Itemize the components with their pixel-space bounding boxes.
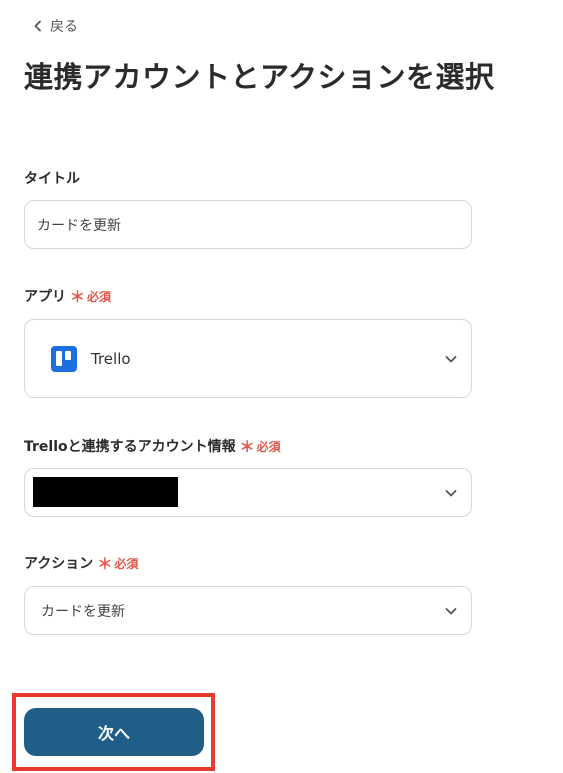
trello-icon [51,345,77,372]
action-label-text: アクション [24,556,94,572]
app-select-value: Trello [91,349,131,368]
title-field-label: タイトル [24,169,80,189]
required-text: 必須 [114,557,139,571]
required-asterisk-icon: ＊ [97,554,113,573]
action-field-label: アクション ＊ 必須 [24,554,138,574]
chevron-down-icon [445,607,457,614]
back-label: 戻る [50,19,78,35]
app-label-text: アプリ [24,289,66,305]
title-input[interactable]: カードを更新 [24,200,472,249]
required-badge: ＊ 必須 [97,554,138,574]
account-field-label: Trelloと連携するアカウント情報 ＊ 必須 [24,437,281,457]
required-asterisk-icon: ＊ [70,287,86,306]
required-text: 必須 [256,440,281,454]
title-label-text: タイトル [24,171,80,187]
redacted-account-value [33,477,178,507]
chevron-down-icon [445,355,457,362]
required-text: 必須 [87,290,112,304]
action-select-value: カードを更新 [41,603,125,620]
required-badge: ＊ 必須 [240,437,281,457]
chevron-left-icon [34,20,41,32]
title-input-value: カードを更新 [37,217,121,234]
chevron-down-icon [445,489,457,496]
back-link[interactable]: 戻る [32,15,78,37]
next-button[interactable]: 次へ [24,708,204,756]
app-select[interactable]: Trello [24,319,472,398]
account-select[interactable] [24,468,472,517]
required-badge: ＊ 必須 [70,287,111,307]
page-title: 連携アカウントとアクションを選択 [24,60,495,94]
app-field-label: アプリ ＊ 必須 [24,287,111,307]
required-asterisk-icon: ＊ [239,437,255,456]
account-label-text: Trelloと連携するアカウント情報 [24,439,236,455]
action-select[interactable]: カードを更新 [24,586,472,635]
